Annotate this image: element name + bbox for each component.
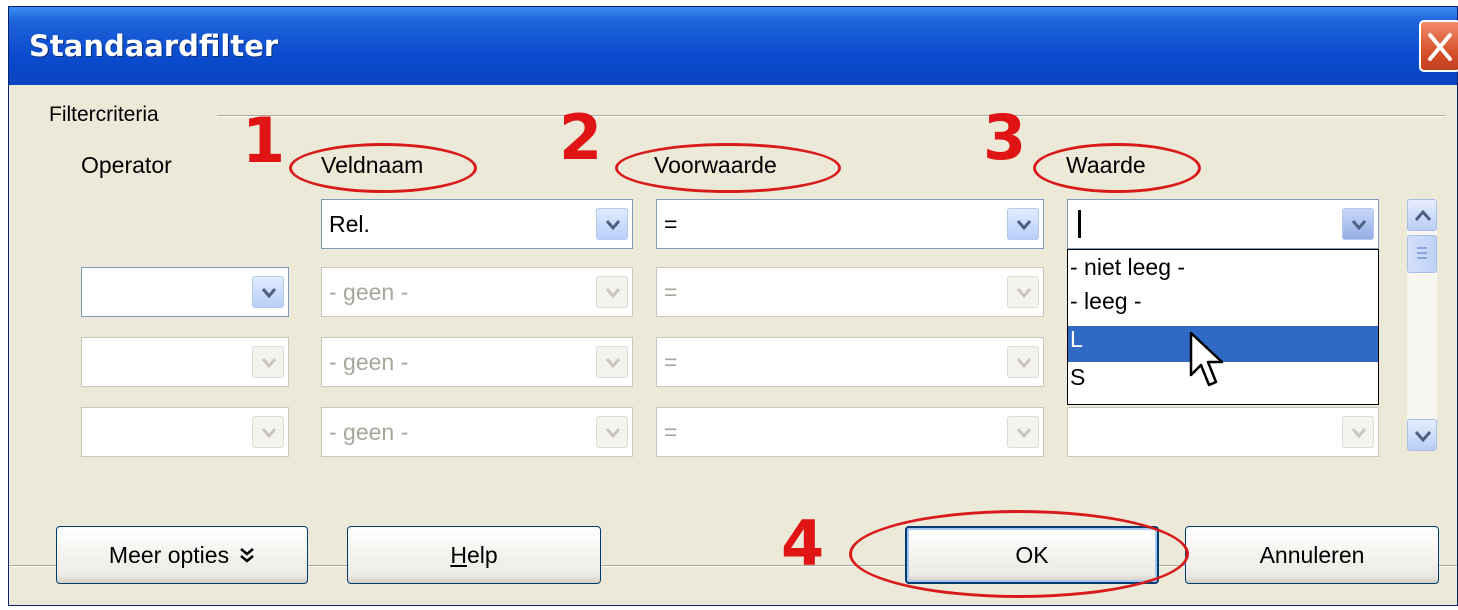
chevron-down-icon	[261, 358, 277, 369]
scroll-thumb[interactable]	[1407, 235, 1437, 273]
annotation-ellipse-field	[289, 143, 477, 193]
standaardfilter-dialog: Standaardfilter Filtercriteria Operator …	[8, 6, 1458, 606]
field-select-row1-dropdown-button[interactable]	[596, 208, 628, 240]
condition-select-row1[interactable]: =	[656, 199, 1044, 249]
field-select-row3-dropdown-button[interactable]	[596, 346, 628, 378]
field-select-row2-value: - geen -	[329, 279, 409, 305]
dialog-title: Standaardfilter	[29, 29, 279, 63]
chevron-down-icon	[261, 288, 277, 299]
chevron-down-icon	[1414, 431, 1432, 443]
grip-icon	[1417, 247, 1427, 259]
help-label: elp	[466, 541, 498, 568]
condition-select-row2[interactable]: =	[656, 267, 1044, 317]
double-chevron-down-icon	[240, 548, 254, 563]
condition-select-row3-value: =	[664, 349, 678, 375]
annotation-number-2: 2	[559, 101, 603, 174]
condition-select-row1-dropdown-button[interactable]	[1007, 208, 1039, 240]
condition-select-row2-dropdown-button[interactable]	[1007, 276, 1039, 308]
annotation-number-1: 1	[242, 104, 286, 177]
condition-select-row2-value: =	[664, 279, 678, 305]
field-select-row4[interactable]: - geen -	[321, 407, 633, 457]
value-combo-row1[interactable]	[1067, 199, 1379, 249]
annotation-number-4: 4	[781, 507, 825, 580]
annotation-ellipse-ok	[849, 510, 1189, 598]
field-select-row2[interactable]: - geen -	[321, 267, 633, 317]
operator-select-row2-dropdown-button[interactable]	[252, 276, 284, 308]
field-select-row3-value: - geen -	[329, 349, 409, 375]
cancel-label: Annuleren	[1259, 541, 1365, 568]
condition-select-row4-value: =	[664, 419, 678, 445]
scroll-down-button[interactable]	[1407, 419, 1437, 451]
close-button[interactable]	[1419, 20, 1458, 72]
field-select-row4-value: - geen -	[329, 419, 409, 445]
chevron-down-icon	[1351, 428, 1367, 439]
operator-select-row3-dropdown-button[interactable]	[252, 346, 284, 378]
chevron-down-icon	[605, 288, 621, 299]
condition-select-row4-dropdown-button[interactable]	[1007, 416, 1039, 448]
dropdown-option-niet-leeg[interactable]: - niet leeg -	[1068, 254, 1378, 290]
field-select-row2-dropdown-button[interactable]	[596, 276, 628, 308]
chevron-down-icon	[605, 358, 621, 369]
chevron-down-icon	[1016, 220, 1032, 231]
header-operator: Operator	[81, 152, 172, 178]
annotation-number-3: 3	[983, 101, 1027, 174]
annotation-ellipse-condition	[615, 143, 841, 193]
scroll-up-button[interactable]	[1407, 199, 1437, 231]
more-options-label: Meer opties	[108, 541, 230, 568]
dropdown-option-leeg[interactable]: - leeg -	[1068, 288, 1378, 324]
chevron-down-icon	[605, 428, 621, 439]
criteria-scrollbar[interactable]	[1407, 199, 1437, 451]
chevron-down-icon	[1351, 220, 1367, 231]
group-divider	[217, 115, 1445, 117]
chevron-down-icon	[1016, 288, 1032, 299]
operator-select-row3[interactable]	[81, 337, 289, 387]
operator-select-row4[interactable]	[81, 407, 289, 457]
value-combo-row4[interactable]	[1067, 407, 1379, 457]
title-bar[interactable]: Standaardfilter	[9, 7, 1458, 85]
text-caret	[1078, 210, 1081, 238]
group-label-filtercriteria: Filtercriteria	[49, 103, 159, 126]
field-select-row3[interactable]: - geen -	[321, 337, 633, 387]
chevron-down-icon	[261, 428, 277, 439]
condition-select-row3[interactable]: =	[656, 337, 1044, 387]
operator-select-row2[interactable]	[81, 267, 289, 317]
close-icon	[1428, 33, 1452, 61]
chevron-up-icon	[1414, 209, 1432, 221]
value-combo-row4-dropdown-button[interactable]	[1342, 416, 1374, 448]
value-combo-row1-dropdown-button[interactable]	[1342, 208, 1374, 240]
annotation-ellipse-value	[1033, 143, 1201, 193]
field-select-row1-value: Rel.	[329, 211, 370, 237]
chevron-down-icon	[605, 220, 621, 231]
help-mnemonic: H	[450, 541, 467, 568]
chevron-down-icon	[1016, 428, 1032, 439]
condition-select-row3-dropdown-button[interactable]	[1007, 346, 1039, 378]
chevron-down-icon	[1016, 358, 1032, 369]
mouse-cursor-icon	[1189, 331, 1224, 387]
help-button[interactable]: Help	[347, 526, 601, 584]
more-options-button[interactable]: Meer opties	[56, 526, 308, 584]
condition-select-row1-value: =	[664, 211, 678, 237]
cancel-button[interactable]: Annuleren	[1185, 526, 1439, 584]
operator-select-row4-dropdown-button[interactable]	[252, 416, 284, 448]
field-select-row4-dropdown-button[interactable]	[596, 416, 628, 448]
field-select-row1[interactable]: Rel.	[321, 199, 633, 249]
condition-select-row4[interactable]: =	[656, 407, 1044, 457]
